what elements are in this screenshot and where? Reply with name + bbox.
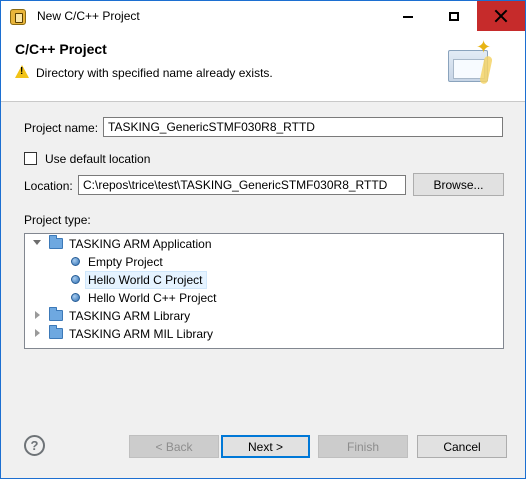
dialog-window: New C/C++ Project C/C++ Project ! Direct… — [0, 0, 526, 479]
close-icon — [494, 9, 508, 23]
template-bullet-icon — [71, 293, 80, 302]
tree-item-label: TASKING ARM Application — [69, 237, 212, 251]
window-title: New C/C++ Project — [37, 9, 140, 23]
tree-item-hello-world-cpp-project[interactable]: Hello World C++ Project — [25, 289, 503, 307]
project-wizard-icon — [10, 9, 26, 25]
tree-item-label: TASKING ARM MIL Library — [69, 327, 214, 341]
maximize-icon — [449, 11, 459, 21]
tree-item-hello-world-c-project[interactable]: Hello World C Project — [25, 271, 503, 289]
browse-button[interactable]: Browse... — [413, 173, 504, 196]
tree-item-empty-project[interactable]: Empty Project — [25, 253, 503, 271]
warning-icon: ! — [15, 65, 29, 78]
use-default-location-checkbox[interactable] — [24, 152, 37, 165]
use-default-location-label: Use default location — [45, 152, 151, 166]
tree-item-label: Hello World C++ Project — [88, 291, 217, 305]
project-name-input[interactable]: TASKING_GenericSTMF030R8_RTTD — [103, 117, 503, 137]
close-button[interactable] — [477, 1, 525, 31]
footer-separator — [1, 419, 525, 420]
tree-item-tasking-arm-mil-library[interactable]: TASKING ARM MIL Library — [25, 325, 503, 343]
cancel-button[interactable]: Cancel — [417, 435, 507, 458]
tree-item-label: Empty Project — [88, 255, 163, 269]
title-bar: New C/C++ Project — [1, 1, 525, 32]
location-input[interactable]: C:\repos\trice\test\TASKING_GenericSTMF0… — [78, 175, 406, 195]
template-bullet-icon — [71, 275, 80, 284]
folder-icon — [49, 325, 63, 339]
finish-button[interactable]: Finish — [318, 435, 408, 458]
banner-message: Directory with specified name already ex… — [36, 66, 273, 80]
banner-title: C/C++ Project — [15, 41, 107, 57]
minimize-icon — [403, 16, 413, 18]
minimize-button[interactable] — [385, 1, 431, 31]
tree-item-label: TASKING ARM Library — [69, 309, 191, 323]
next-button[interactable]: Next > — [221, 435, 310, 458]
location-label: Location: — [24, 179, 73, 193]
tree-item-label: Hello World C Project — [88, 273, 203, 287]
project-type-label: Project type: — [24, 213, 91, 227]
collapse-arrow-icon[interactable] — [33, 329, 41, 337]
tree-item-tasking-arm-library[interactable]: TASKING ARM Library — [25, 307, 503, 325]
tree-item-tasking-arm-application[interactable]: TASKING ARM Application — [25, 235, 503, 253]
expand-arrow-icon[interactable] — [33, 239, 41, 247]
project-name-label: Project name: — [24, 121, 99, 135]
collapse-arrow-icon[interactable] — [33, 311, 41, 319]
help-icon[interactable]: ? — [24, 435, 45, 456]
wizard-graphic-icon: ✦ — [444, 38, 496, 90]
folder-icon — [49, 235, 63, 249]
template-bullet-icon — [71, 257, 80, 266]
back-button[interactable]: < Back — [129, 435, 219, 458]
folder-icon — [49, 307, 63, 321]
project-type-tree[interactable]: TASKING ARM Application Empty Project He… — [24, 233, 504, 349]
maximize-button[interactable] — [431, 1, 477, 31]
wizard-banner: C/C++ Project ! Directory with specified… — [1, 32, 525, 102]
